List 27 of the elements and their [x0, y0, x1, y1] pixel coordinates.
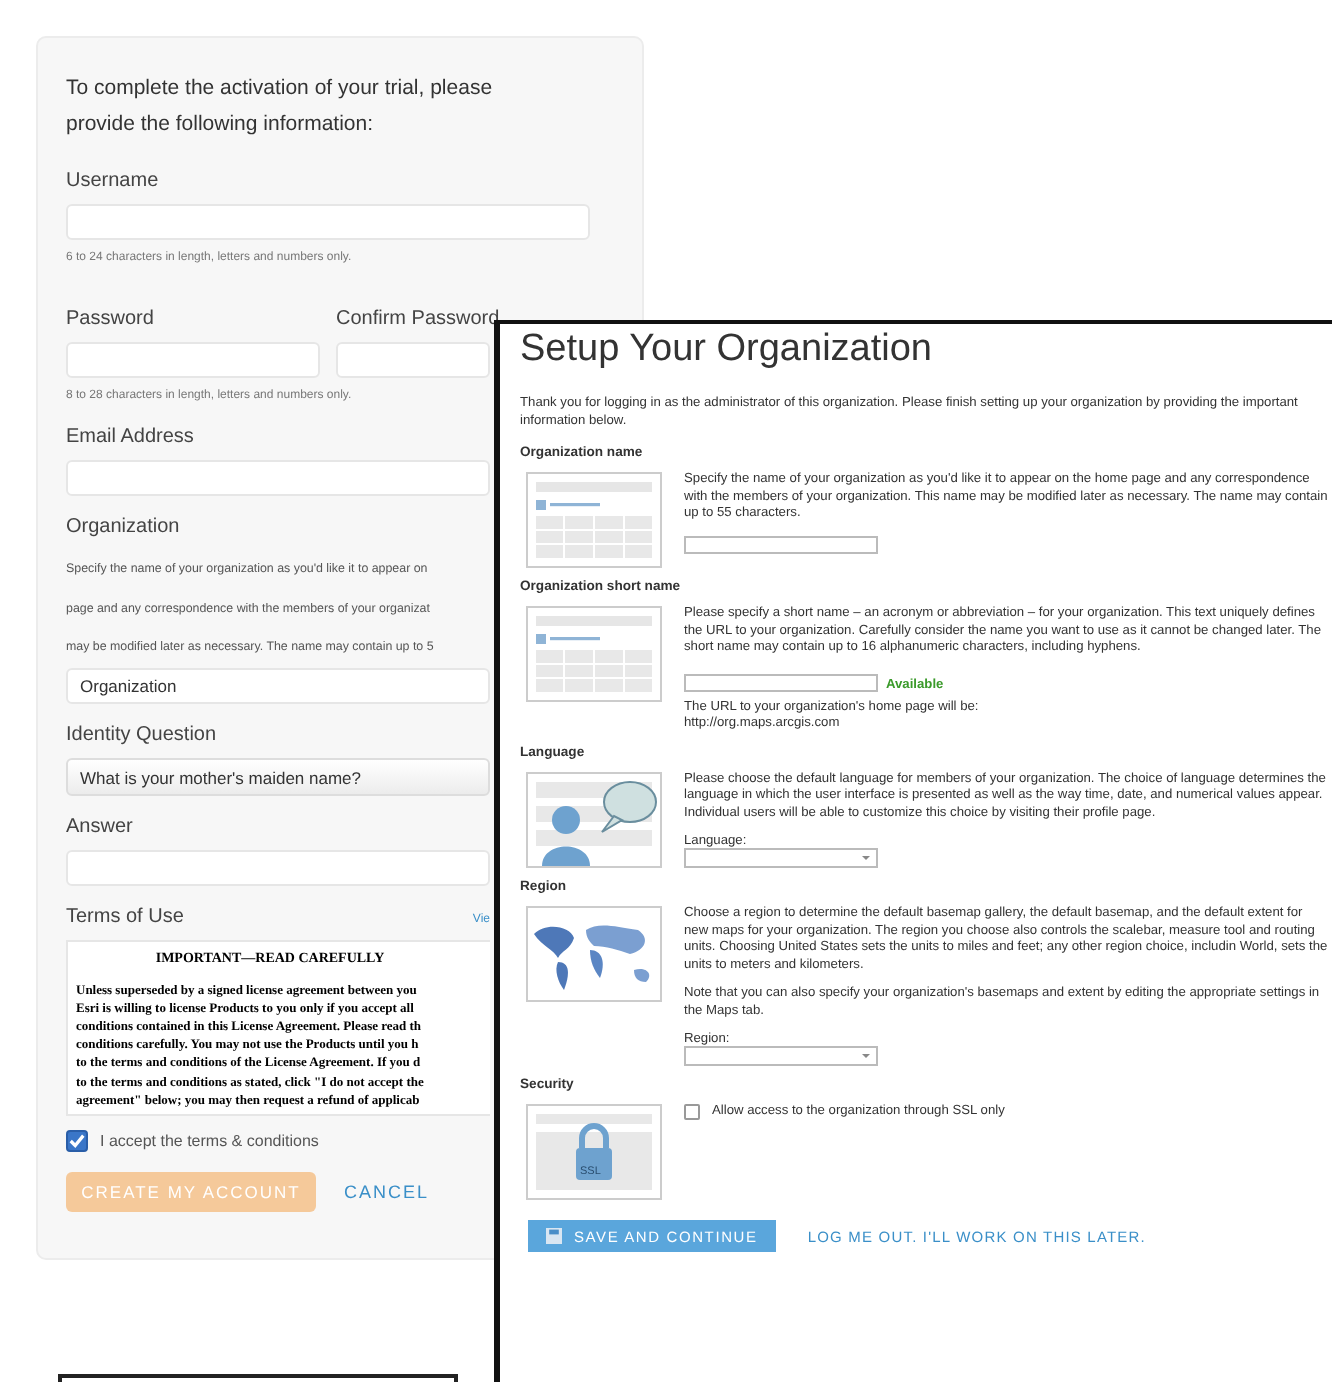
page-layout-icon — [526, 472, 662, 568]
checkbox[interactable] — [684, 1104, 700, 1121]
field-label: Username — [66, 170, 161, 192]
terms-label: Terms of Use — [66, 905, 184, 927]
input-field[interactable] — [684, 673, 878, 691]
person-speech-bubble-icon — [526, 771, 662, 867]
password-field[interactable] — [336, 342, 490, 378]
field-label: Identity Question — [66, 723, 219, 745]
field-label: Organization — [66, 516, 182, 538]
field-label: Email Address — [66, 426, 196, 448]
page-title: Setup Your Organization — [520, 328, 934, 372]
field-label: Answer — [66, 815, 135, 837]
dropdown-field[interactable] — [684, 1046, 878, 1066]
dropdown-field[interactable] — [684, 848, 878, 868]
world-map-icon — [526, 906, 662, 1002]
select-field[interactable]: What is your mother's maiden name? — [66, 757, 490, 795]
input-field[interactable] — [684, 535, 878, 553]
intro-text: To complete the activation of your trial, please provide the following information: — [66, 74, 495, 140]
checkbox-label: I accept the terms & conditions — [100, 1131, 319, 1150]
password-field[interactable] — [66, 342, 320, 378]
caret-icon — [862, 856, 870, 860]
field-label: Password — [66, 308, 156, 330]
checkbox[interactable] — [66, 1129, 88, 1152]
page-layout-icon — [526, 606, 662, 702]
cancel-link[interactable]: CANCEL — [344, 1181, 430, 1202]
caret-icon — [862, 1054, 870, 1058]
field-label: Confirm Password — [336, 308, 500, 330]
